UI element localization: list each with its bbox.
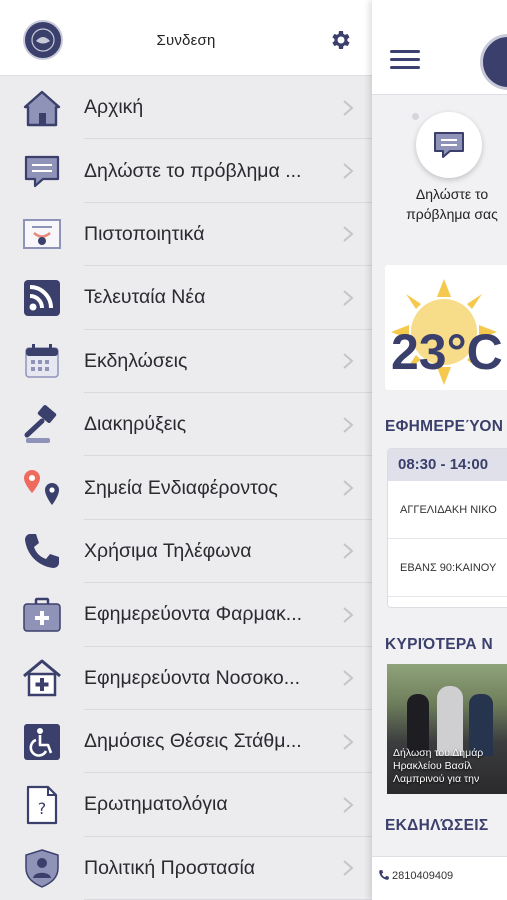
phone-icon [20,529,64,573]
pharmacy-hours: 08:30 - 14:00 [388,449,507,481]
news-caption-line: Λαμπρινού για την [393,773,480,785]
menu-item-hospitals[interactable]: Εφημερεύοντα Νοσοκο... [0,647,372,711]
news-photo-figure [437,686,463,756]
login-link[interactable]: Συνδεση [0,32,372,49]
pharmacy-address: ΕΒΑΝΣ 90:ΚΑΙΝΟΥ [388,539,507,597]
chat-bubble-icon [434,132,464,158]
chevron-right-icon [343,353,354,370]
news-caption: Δήλωση του Δημάρ Ηρακλείου Βασίλ Λαμπριν… [393,747,507,786]
weather-card[interactable]: 23°C [385,265,507,390]
menu-item-civil-protection[interactable]: Πολιτική Προστασία [0,837,372,900]
municipality-logo [480,34,507,90]
chat-bubble-icon [20,149,64,193]
pager-dot [412,113,419,120]
events-section-title: ΕΚΔΗΛΏΣΕΙΣ [385,817,489,834]
menu-label: Εφημερεύοντα Φαρμακ... [84,603,303,626]
news-caption-line: Ηρακλείου Βασίλ [393,760,472,772]
menu-label: Χρήσιμα Τηλέφωνα [84,539,252,562]
chevron-right-icon [343,543,354,560]
menu-item-disabled-parking[interactable]: Δημόσιες Θέσεις Στάθμ... [0,710,372,774]
chevron-right-icon [343,99,354,116]
hospital-icon [20,656,64,700]
menu-label: Πολιτική Προστασία [84,856,256,879]
drawer-menu: Αρχική Δηλώστε το πρόβλημα ... Πιστοποιη… [0,76,372,900]
calendar-icon [20,339,64,383]
wheelchair-icon [20,720,64,764]
phone-number: 2810409409 [392,870,454,882]
menu-item-pharmacies[interactable]: Εφημερεύοντα Φαρμακ... [0,583,372,647]
menu-item-events[interactable]: Εκδηλώσεις [0,330,372,394]
home-icon [20,86,64,130]
main-header [372,0,507,95]
menu-label: Τελευταία Νέα [84,286,206,309]
pharmacy-card[interactable]: 08:30 - 14:00 ΑΓΓΕΛΙΔΑΚΗ ΝΙΚΟ ΕΒΑΝΣ 90:Κ… [387,448,507,608]
menu-label: Δημόσιες Θέσεις Στάθμ... [84,730,302,753]
menu-item-report-problem[interactable]: Δηλώστε το πρόβλημα ... [0,139,372,204]
chevron-right-icon [343,860,354,877]
chevron-right-icon [343,163,354,179]
chevron-right-icon [343,290,354,306]
menu-label: Δηλώστε το πρόβλημα ... [84,159,302,182]
gear-icon[interactable] [328,28,352,52]
menu-item-news[interactable]: Τελευταία Νέα [0,266,372,330]
news-caption-line: Δήλωση του Δημάρ [393,747,484,759]
chevron-right-icon [343,416,354,433]
report-problem-button[interactable] [416,112,482,178]
chevron-right-icon [343,797,354,813]
menu-item-useful-phones[interactable]: Χρήσιμα Τηλέφωνα [0,520,372,584]
menu-label: Διακηρύξεις [84,413,187,436]
news-photo-figure [407,694,429,754]
menu-label: Ερωτηματολόγια [84,793,228,816]
chevron-right-icon [343,607,354,623]
menu-label: Αρχική [84,96,144,119]
menu-item-points-of-interest[interactable]: Σημεία Ενδιαφέροντος [0,456,372,521]
chevron-right-icon [343,226,354,243]
civil-protection-icon [20,846,64,890]
menu-item-tenders[interactable]: Διακηρύξεις [0,393,372,457]
menu-item-home[interactable]: Αρχική [0,76,372,140]
temperature: 23°C [391,324,503,380]
map-pins-icon [20,466,64,510]
chevron-right-icon [343,670,354,686]
menu-label: Εκδηλώσεις [84,349,188,372]
navigation-drawer: Συνδεση Αρχική Δηλώστε το πρόβλημα ... Π… [0,0,372,900]
pharmacy-name: ΑΓΓΕΛΙΔΑΚΗ ΝΙΚΟ [388,481,507,539]
menu-item-questionnaires[interactable]: ? Ερωτηματολόγια [0,773,372,838]
menu-label: Πιστοποιητικά [84,222,205,245]
gavel-icon [20,403,64,447]
chevron-right-icon [343,733,354,750]
certificate-icon [20,212,64,256]
phone-icon [379,870,389,880]
hamburger-menu-icon[interactable] [390,50,420,72]
contact-bar[interactable]: 2810409409 [372,856,507,900]
news-card[interactable]: Δήλωση του Δημάρ Ηρακλείου Βασίλ Λαμπριν… [387,664,507,794]
news-section-title: ΚΥΡΙΌΤΕΡΑ Ν [385,636,493,653]
svg-text:?: ? [38,799,47,818]
menu-label: Σημεία Ενδιαφέροντος [84,476,278,499]
menu-item-certificates[interactable]: Πιστοποιητικά [0,203,372,267]
rss-icon [20,276,64,320]
menu-label: Εφημερεύοντα Νοσοκο... [84,666,301,689]
medical-kit-icon [20,593,64,637]
pharmacies-section-title: ΕΦΗΜΕΡΕΎΟΝ [385,418,504,435]
main-content: Δηλώστε το πρόβλημα σας 23°C ΕΦΗΜΕΡΕΎΟΝ … [372,0,507,900]
questionnaire-icon: ? [20,783,64,827]
chevron-right-icon [343,480,354,496]
drawer-header: Συνδεση [0,0,372,76]
report-problem-label: Δηλώστε το πρόβλημα σας [406,186,498,222]
